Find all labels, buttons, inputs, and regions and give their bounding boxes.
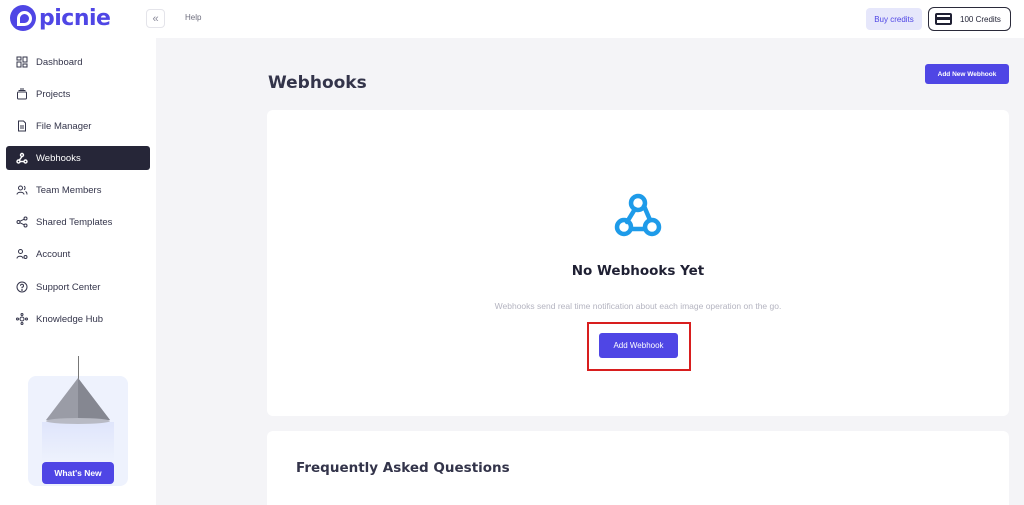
account-icon <box>16 248 28 260</box>
sidebar-item-webhooks[interactable]: Webhooks <box>6 146 150 170</box>
sidebar-item-dashboard[interactable]: Dashboard <box>6 50 150 74</box>
picnie-logo[interactable]: picnie <box>10 4 111 32</box>
sidebar-item-shared-templates[interactable]: Shared Templates <box>6 210 150 234</box>
whats-new-button[interactable]: What's New <box>42 462 114 484</box>
buy-credits-button[interactable]: Buy credits <box>866 8 922 30</box>
collapse-sidebar-button[interactable]: « <box>146 9 165 28</box>
double-chevron-left-icon: « <box>152 12 159 25</box>
faq-title: Frequently Asked Questions <box>296 460 510 476</box>
sidebar-item-knowledge-hub[interactable]: Knowledge Hub <box>6 307 150 331</box>
logo-mark-icon <box>10 5 36 31</box>
lamp-cord <box>78 356 79 380</box>
sidebar-item-label: Projects <box>36 88 71 100</box>
sidebar-item-support-center[interactable]: Support Center <box>6 275 150 299</box>
logo-text: picnie <box>39 5 111 31</box>
sidebar-item-team-members[interactable]: Team Members <box>6 178 150 202</box>
credits-button[interactable]: 100 Credits <box>928 7 1011 31</box>
add-webhook-button[interactable]: Add Webhook <box>599 333 678 358</box>
team-icon <box>16 184 28 196</box>
sidebar-item-label: File Manager <box>36 120 92 132</box>
file-icon <box>16 120 28 132</box>
sidebar-item-account[interactable]: Account <box>6 242 150 266</box>
sidebar-item-label: Account <box>36 248 71 260</box>
dashboard-icon <box>16 56 28 68</box>
sidebar-item-label: Shared Templates <box>36 216 113 228</box>
help-circle-icon <box>16 281 28 293</box>
lamp-illustration-icon <box>46 378 110 424</box>
empty-state-description: Webhooks send real time notification abo… <box>494 301 782 311</box>
top-bar: picnie « Help Buy credits 100 Credits <box>0 0 1024 38</box>
credit-card-icon <box>935 13 952 25</box>
page-title: Webhooks <box>268 73 367 93</box>
add-new-webhook-button[interactable]: Add New Webhook <box>925 64 1009 84</box>
sidebar-item-label: Team Members <box>36 184 102 196</box>
help-link[interactable]: Help <box>185 13 201 22</box>
credits-label: 100 Credits <box>960 14 1001 24</box>
webhook-icon <box>614 193 662 237</box>
projects-icon <box>16 88 28 100</box>
sidebar-item-label: Dashboard <box>36 56 83 68</box>
knowledge-icon <box>16 313 28 325</box>
share-icon <box>16 216 28 228</box>
sidebar-item-file-manager[interactable]: File Manager <box>6 114 150 138</box>
sidebar-item-label: Support Center <box>36 281 101 293</box>
lamp-glow <box>42 422 114 462</box>
empty-state-title: No Webhooks Yet <box>571 263 705 279</box>
sidebar-item-label: Webhooks <box>36 152 81 164</box>
sidebar-item-projects[interactable]: Projects <box>6 82 150 106</box>
webhook-icon <box>16 152 28 164</box>
sidebar-item-label: Knowledge Hub <box>36 313 104 325</box>
